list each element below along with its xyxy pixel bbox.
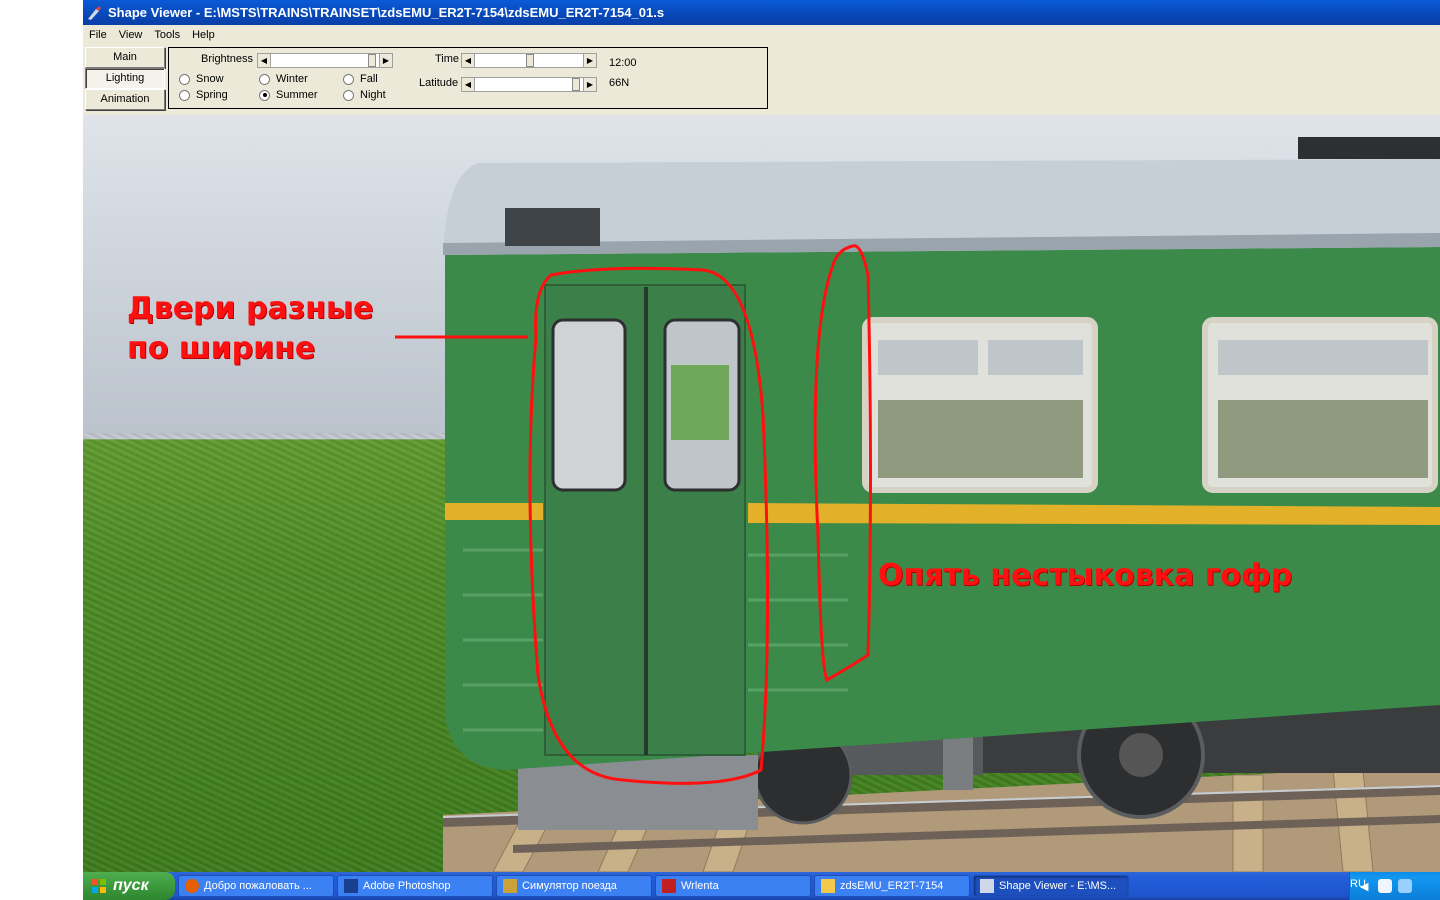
entrance-doors bbox=[544, 284, 746, 756]
train-sim-icon bbox=[503, 879, 517, 893]
wrlenta-icon bbox=[662, 879, 676, 893]
arrow-left-icon[interactable]: ◀ bbox=[258, 54, 271, 67]
start-button[interactable]: пуск bbox=[83, 872, 175, 900]
task-folder[interactable]: zdsEMU_ER2T-7154 bbox=[814, 875, 970, 897]
photoshop-icon bbox=[344, 879, 358, 893]
season-night-radio[interactable]: Night bbox=[343, 89, 386, 101]
menu-file[interactable]: File bbox=[83, 29, 113, 41]
tray-volume-icon[interactable] bbox=[1398, 879, 1413, 893]
time-label: Time bbox=[435, 53, 460, 65]
season-snow-radio[interactable]: Snow bbox=[179, 73, 224, 85]
brightness-slider-thumb[interactable] bbox=[368, 54, 376, 67]
latitude-slider-thumb[interactable] bbox=[572, 78, 580, 91]
annotation-doors-line2: по ширине bbox=[127, 331, 316, 366]
menu-bar: File View Tools Help bbox=[83, 25, 1440, 45]
season-spring-radio[interactable]: Spring bbox=[179, 89, 228, 101]
windows-taskbar: пуск Добро пожаловать ... Adobe Photosho… bbox=[83, 872, 1440, 900]
time-slider-thumb[interactable] bbox=[526, 54, 534, 67]
arrow-left-icon[interactable]: ◀ bbox=[462, 54, 475, 67]
task-browser[interactable]: Добро пожаловать ... bbox=[178, 875, 334, 897]
season-winter-radio[interactable]: Winter bbox=[259, 73, 308, 85]
arrow-left-icon[interactable]: ◀ bbox=[462, 78, 475, 91]
lighting-tab-button[interactable]: Lighting bbox=[85, 68, 165, 89]
window-titlebar[interactable]: Shape Viewer - E:\MSTS\TRAINS\TRAINSET\z… bbox=[83, 0, 1440, 25]
folder-icon bbox=[821, 879, 835, 893]
train-car-render bbox=[395, 137, 1440, 872]
animation-tab-button[interactable]: Animation bbox=[85, 89, 165, 110]
time-slider[interactable]: ◀ ▶ bbox=[461, 53, 597, 68]
tray-network-icon[interactable] bbox=[1378, 879, 1393, 893]
season-fall-radio[interactable]: Fall bbox=[343, 73, 378, 85]
language-indicator[interactable]: RU bbox=[1350, 878, 1366, 890]
firefox-icon bbox=[185, 879, 199, 893]
menu-view[interactable]: View bbox=[113, 29, 149, 41]
3d-viewport[interactable]: Двери разные по ширине Опять нестыковка … bbox=[83, 115, 1440, 872]
task-train-simulator[interactable]: Симулятор поезда bbox=[496, 875, 652, 897]
windows-flag-icon bbox=[92, 879, 106, 893]
main-tab-button[interactable]: Main bbox=[85, 47, 165, 68]
latitude-value: 66N bbox=[609, 77, 630, 89]
task-shape-viewer[interactable]: Shape Viewer - E:\MS... bbox=[973, 875, 1129, 897]
window-title: Shape Viewer - E:\MSTS\TRAINS\TRAINSET\z… bbox=[108, 5, 665, 20]
brightness-label: Brightness bbox=[201, 53, 253, 65]
time-value: 12:00 bbox=[609, 57, 637, 69]
latitude-slider[interactable]: ◀ ▶ bbox=[461, 77, 597, 92]
shape-viewer-icon bbox=[88, 5, 101, 20]
menu-help[interactable]: Help bbox=[186, 29, 221, 41]
control-toolbar: Main Lighting Animation Brightness ◀ ▶ T… bbox=[83, 45, 1440, 115]
roof-vent bbox=[505, 208, 600, 246]
arrow-right-icon[interactable]: ▶ bbox=[583, 78, 596, 91]
task-photoshop[interactable]: Adobe Photoshop bbox=[337, 875, 493, 897]
start-label: пуск bbox=[113, 877, 149, 894]
shape-viewer-icon bbox=[980, 879, 994, 893]
lighting-panel: Brightness ◀ ▶ Time ◀ ▶ 12:00 Latitude ◀… bbox=[168, 47, 768, 109]
desktop-left-margin bbox=[0, 0, 83, 872]
task-wrlenta[interactable]: Wrlenta bbox=[655, 875, 811, 897]
latitude-label: Latitude bbox=[419, 77, 459, 89]
annotation-gofr: Опять нестыковка гофр bbox=[878, 558, 1293, 593]
menu-tools[interactable]: Tools bbox=[148, 29, 186, 41]
annotation-doors-line1: Двери разные bbox=[127, 291, 374, 326]
arrow-right-icon[interactable]: ▶ bbox=[583, 54, 596, 67]
season-summer-radio[interactable]: Summer bbox=[259, 89, 318, 101]
arrow-right-icon[interactable]: ▶ bbox=[379, 54, 392, 67]
brightness-slider[interactable]: ◀ ▶ bbox=[257, 53, 393, 68]
car-body bbox=[443, 137, 1440, 770]
